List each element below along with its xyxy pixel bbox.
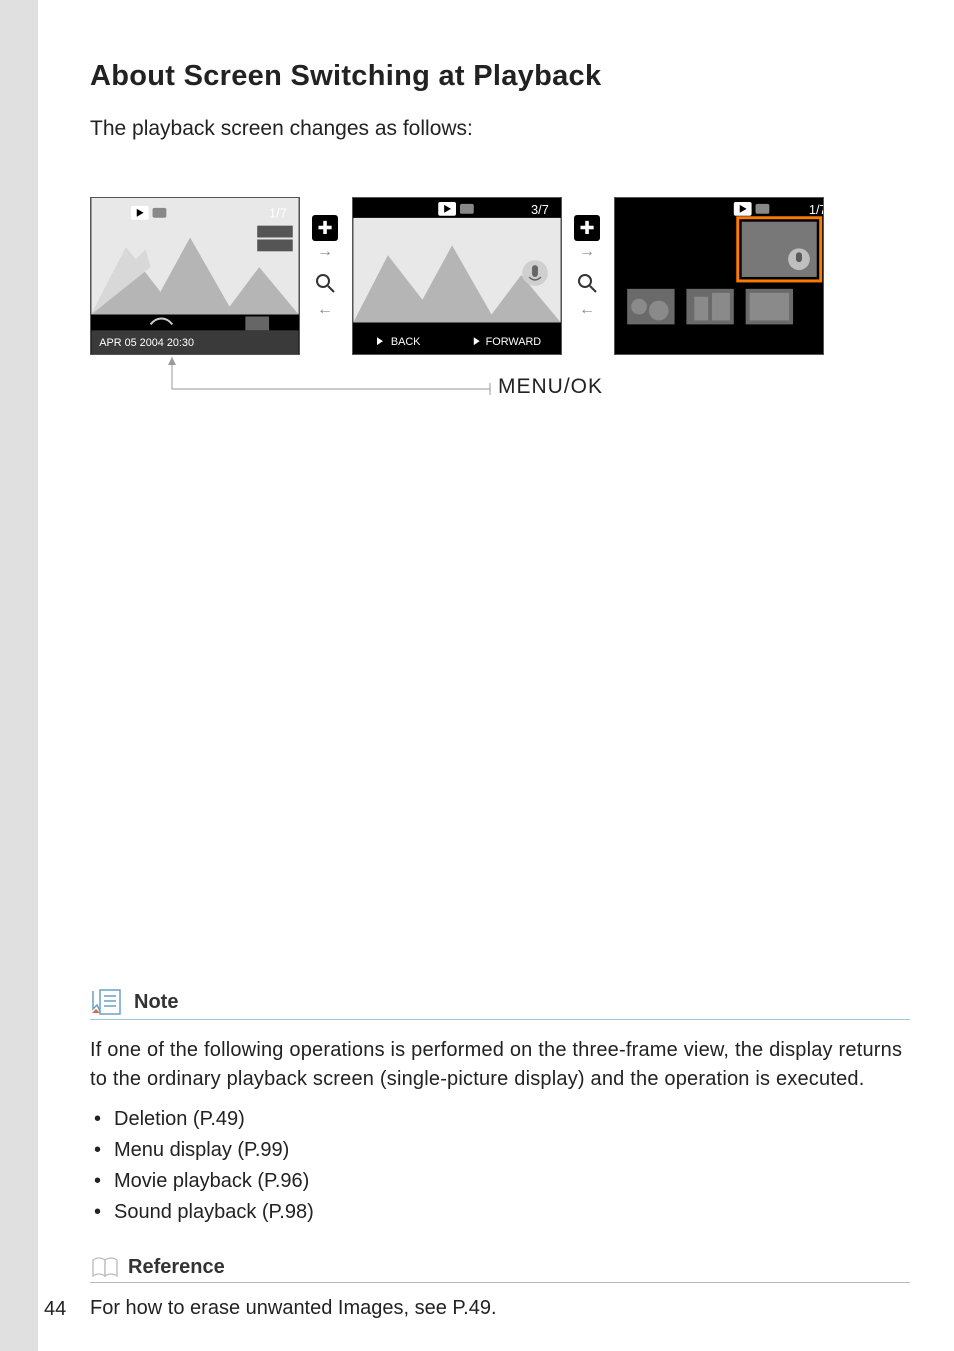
- list-item: Deletion (P.49): [90, 1104, 910, 1135]
- left-sidebar: [0, 0, 38, 1351]
- note-icon: [90, 987, 124, 1017]
- reference-heading: Reference: [128, 1256, 225, 1279]
- figure-row: 1/7 APR 05 2004 20:30 ✚ → ←: [90, 197, 910, 417]
- list-item: Sound playback (P.98): [90, 1197, 910, 1228]
- intro-text: The playback screen changes as follows:: [90, 117, 910, 141]
- reference-body: For how to erase unwanted Images, see P.…: [90, 1297, 910, 1320]
- list-item: Menu display (P.99): [90, 1135, 910, 1166]
- note-heading-row: Note: [90, 987, 910, 1020]
- open-book-icon: [90, 1254, 120, 1280]
- note-heading: Note: [134, 991, 178, 1014]
- reference-heading-row: Reference: [90, 1254, 910, 1283]
- list-item: Movie playback (P.96): [90, 1166, 910, 1197]
- page-number: 44: [44, 1298, 66, 1321]
- section-title: About Screen Switching at Playback: [90, 60, 910, 93]
- flow-bracket: [90, 197, 830, 407]
- note-body: If one of the following operations is pe…: [90, 1036, 910, 1094]
- menu-ok-label: MENU/OK: [498, 375, 603, 399]
- page-content: About Screen Switching at Playback The p…: [38, 0, 954, 1320]
- note-list: Deletion (P.49) Menu display (P.99) Movi…: [90, 1104, 910, 1228]
